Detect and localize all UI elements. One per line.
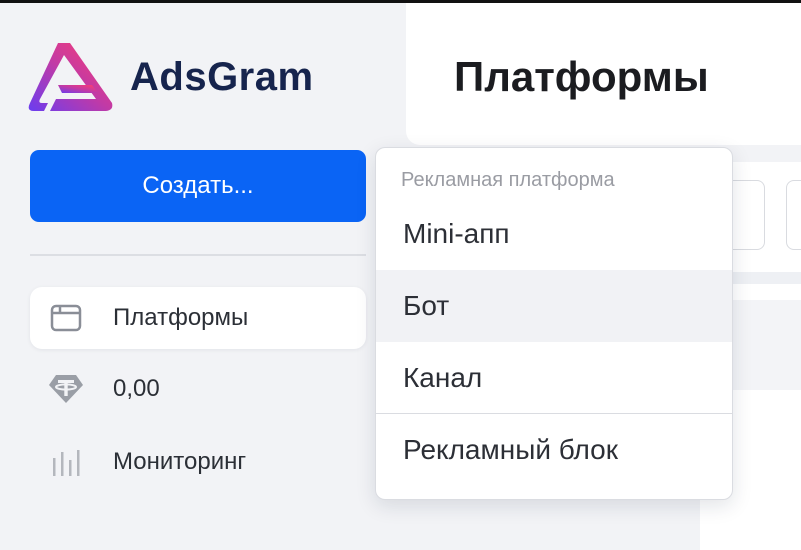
sidebar-item-label: Платформы: [113, 304, 249, 331]
adsgram-logo-icon: [28, 43, 113, 111]
bar-chart-icon: [46, 446, 86, 478]
menu-item-ad-block[interactable]: Рекламный блок: [376, 414, 732, 486]
create-dropdown-menu: Рекламная платформа Mini-апп Бот Канал Р…: [375, 147, 733, 500]
sidebar-item-balance[interactable]: 0,00: [30, 358, 366, 420]
page-header: Платформы: [406, 3, 801, 145]
page-title: Платформы: [454, 53, 709, 100]
sidebar-item-label: Мониторинг: [113, 448, 247, 475]
sidebar-item-label: 0,00: [113, 375, 160, 402]
sidebar-item-monitoring[interactable]: Мониторинг: [30, 431, 366, 493]
menu-item-bot[interactable]: Бот: [376, 270, 732, 342]
sidebar-item-platforms[interactable]: Платформы: [30, 287, 366, 349]
window-icon: [46, 304, 86, 332]
tether-coin-icon: [46, 373, 86, 405]
sidebar: AdsGram Создать... Платформы 0,00 Монито…: [0, 3, 406, 550]
menu-item-mini-app[interactable]: Mini-апп: [376, 198, 732, 270]
brand-name: AdsGram: [130, 54, 314, 99]
sidebar-divider: [30, 254, 366, 256]
dropdown-section-header: Рекламная платформа: [401, 169, 615, 191]
create-button[interactable]: Создать...: [30, 150, 366, 222]
logo[interactable]: AdsGram: [28, 41, 314, 113]
menu-item-channel[interactable]: Канал: [376, 342, 732, 414]
filter-input[interactable]: [786, 180, 801, 250]
